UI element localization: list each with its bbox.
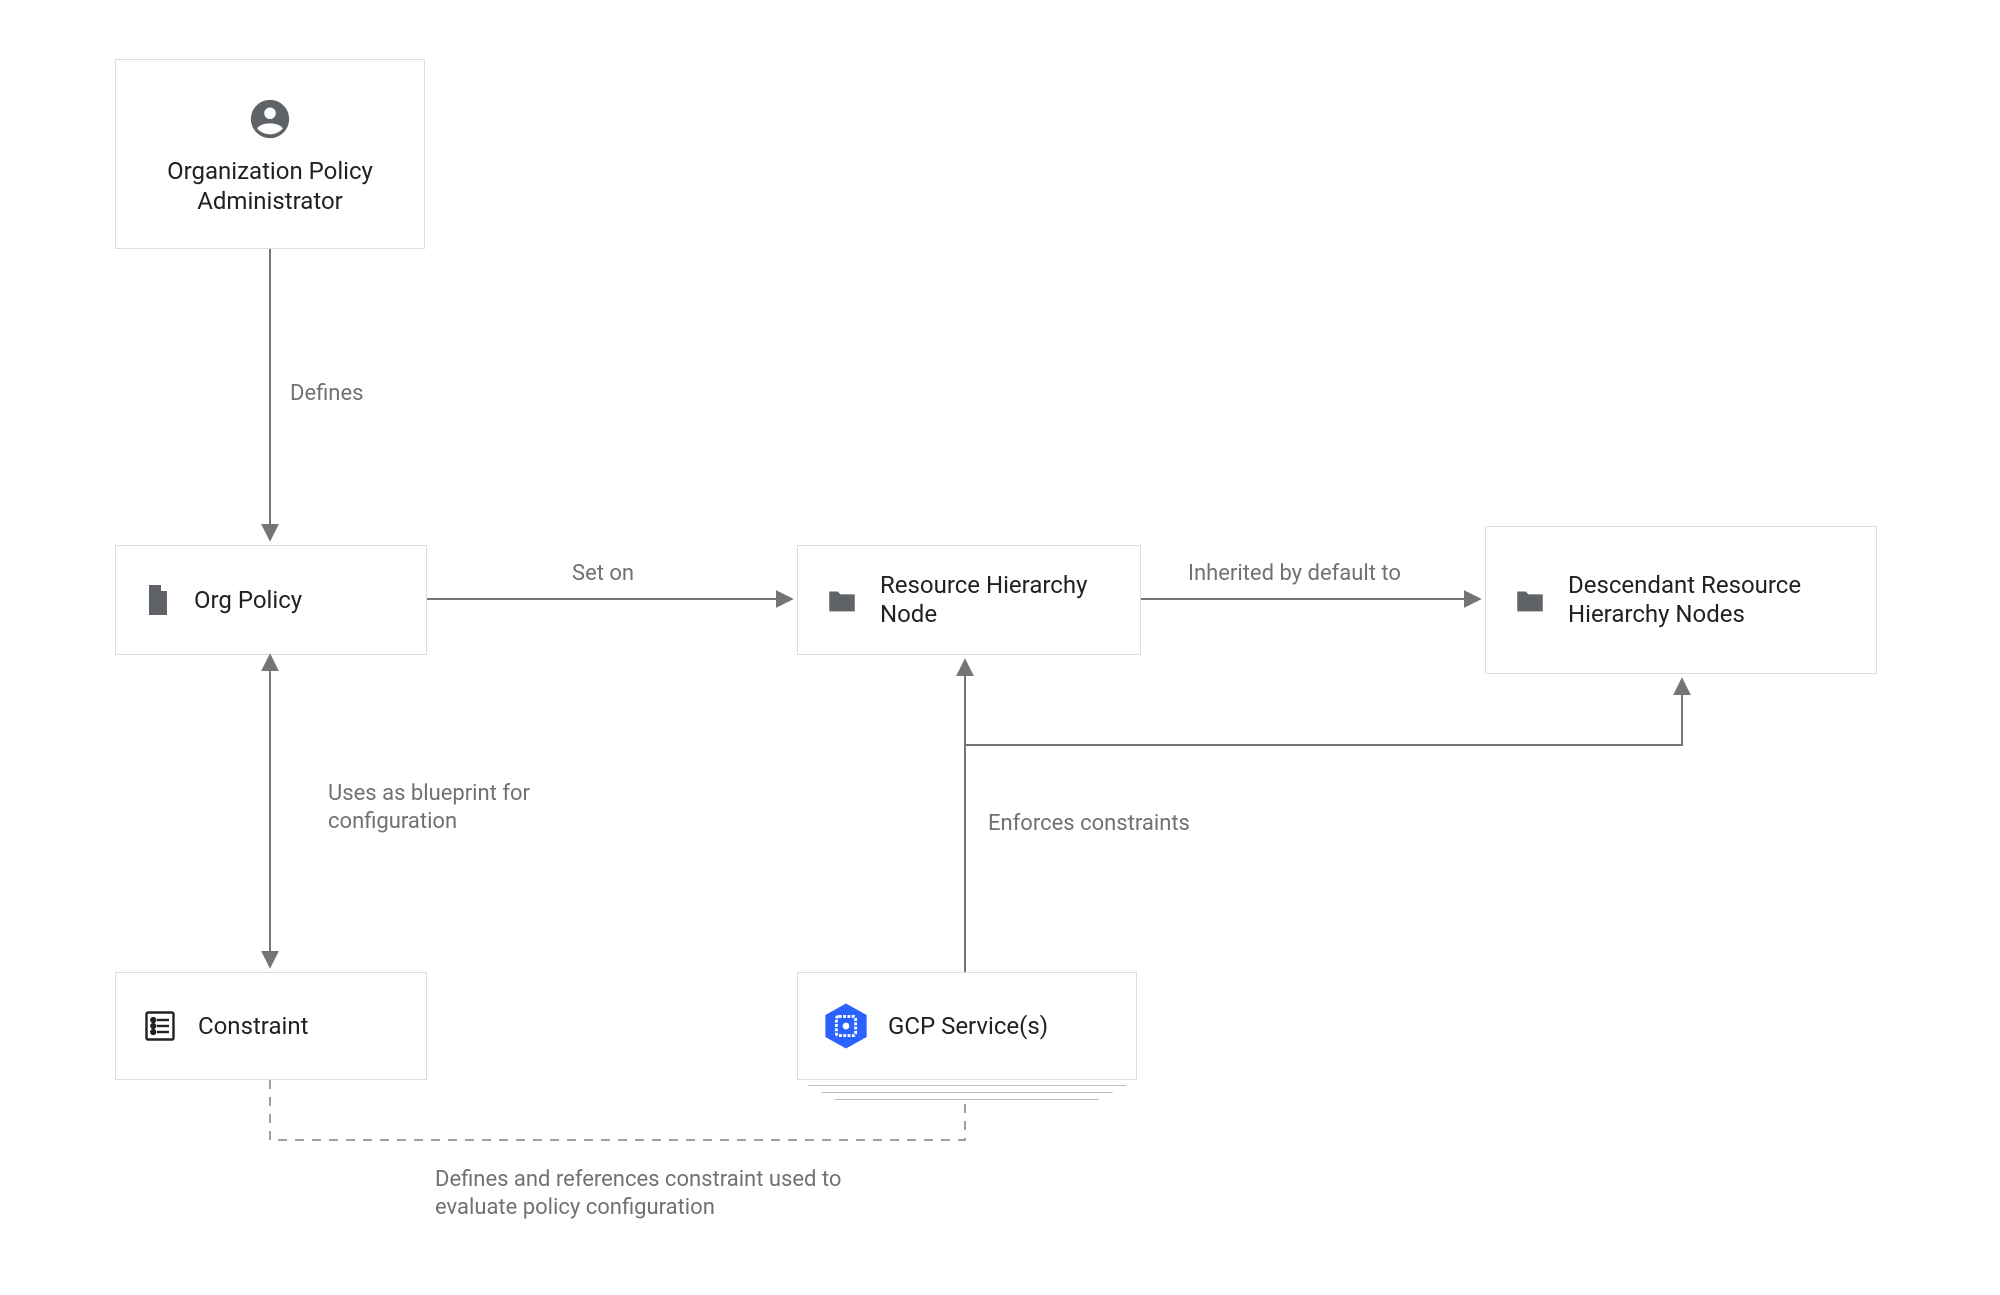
node-org-policy-admin: Organization Policy Administrator [115, 59, 425, 249]
edge-defines-constraint [270, 1080, 965, 1140]
node-label: Org Policy [194, 586, 302, 615]
node-label: GCP Service(s) [888, 1012, 1048, 1041]
edge-label-blueprint: Uses as blueprint for configuration [328, 780, 548, 835]
node-descendant-hierarchy-nodes: Descendant Resource Hierarchy Nodes [1485, 526, 1877, 674]
node-resource-hierarchy-node: Resource Hierarchy Node [797, 545, 1141, 655]
node-label: Constraint [198, 1012, 308, 1041]
node-label: Descendant Resource Hierarchy Nodes [1568, 571, 1838, 629]
edge-label-set-on: Set on [572, 560, 634, 588]
edge-label-enforces: Enforces constraints [988, 810, 1190, 838]
node-label: Organization Policy Administrator [140, 156, 400, 216]
edge-label-defines-constraint: Defines and references constraint used t… [435, 1166, 855, 1221]
node-gcp-services: GCP Service(s) [797, 972, 1137, 1080]
folder-icon [1510, 583, 1550, 617]
edge-label-inherited: Inherited by default to [1188, 560, 1401, 588]
node-org-policy: Org Policy [115, 545, 427, 655]
node-constraint: Constraint [115, 972, 427, 1080]
user-circle-icon [247, 96, 293, 142]
edge-label-defines: Defines [290, 380, 363, 408]
edge-enforces-descendant [965, 679, 1682, 745]
gcp-hexagon-icon [822, 1002, 870, 1050]
folder-icon [822, 583, 862, 617]
rules-list-icon [140, 1008, 180, 1044]
node-label: Resource Hierarchy Node [880, 571, 1110, 629]
file-icon [140, 580, 176, 620]
